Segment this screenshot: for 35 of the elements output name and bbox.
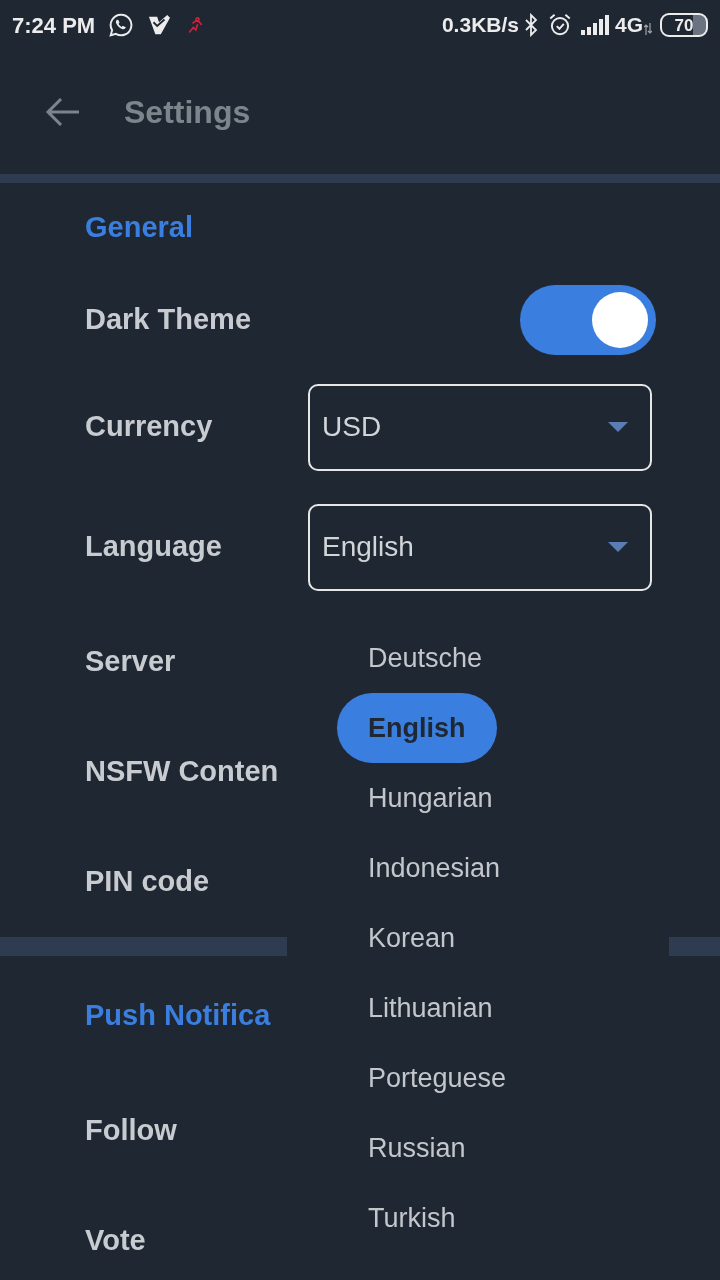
- setting-label: Vote: [85, 1223, 146, 1259]
- back-arrow-icon[interactable]: [45, 97, 81, 127]
- setting-label: Dark Theme: [85, 302, 251, 338]
- menu-item[interactable]: Lithuanian: [337, 973, 524, 1043]
- dropdown-field[interactable]: USD: [308, 383, 652, 471]
- menu-item[interactable]: Hungarian: [337, 763, 524, 833]
- menu-item[interactable]: English: [337, 693, 497, 763]
- check-tag-icon: [148, 14, 171, 36]
- setting-label: Language: [85, 530, 222, 563]
- setting-label: PIN code: [85, 864, 210, 900]
- alarm-icon: [547, 12, 573, 38]
- network-speed: 0.3KB/s: [441, 12, 519, 39]
- bluetooth-icon: [523, 13, 539, 37]
- caret-icon: [608, 542, 628, 552]
- signal-icon: [581, 15, 611, 35]
- menu-item[interactable]: Korean: [337, 903, 487, 973]
- setting-label: Follow: [85, 1113, 177, 1149]
- menu-item[interactable]: Indonesian: [337, 833, 532, 903]
- data-arrows-icon: [644, 23, 652, 35]
- section-title: Push Notifica: [85, 998, 271, 1034]
- menu-item[interactable]: Russian: [337, 1113, 497, 1183]
- menu-item[interactable]: Deutsche: [337, 623, 514, 693]
- page-title: Settings: [124, 93, 251, 132]
- battery-percent: 70: [674, 16, 694, 34]
- setting-label: Currency: [85, 410, 213, 443]
- menu-item[interactable]: Porteguese: [337, 1043, 538, 1113]
- section-title: General: [85, 210, 193, 246]
- network-type: 4G: [615, 12, 643, 39]
- setting-label: NSFW Conten: [85, 754, 279, 790]
- dropdown-field[interactable]: English: [308, 503, 652, 591]
- setting-label: Server: [85, 644, 176, 680]
- phone-bubble-icon: [108, 12, 135, 38]
- caret-icon: [608, 422, 628, 432]
- menu-item[interactable]: Turkish: [337, 1183, 487, 1253]
- status-time: 7:24 PM: [12, 11, 96, 40]
